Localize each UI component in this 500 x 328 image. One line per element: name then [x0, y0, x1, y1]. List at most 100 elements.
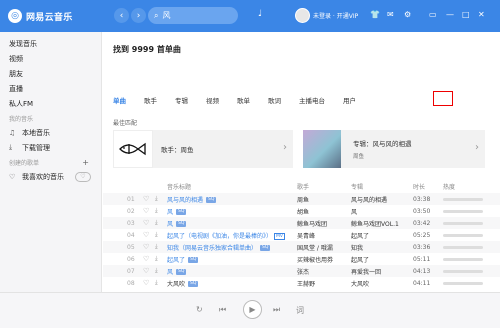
search-box[interactable]: ⌕ 风 [148, 7, 238, 24]
like-icon[interactable]: ♡ [143, 207, 149, 215]
music-note-icon: ♫ [9, 128, 16, 137]
lyrics-icon[interactable]: 词 [296, 305, 304, 316]
song-list: 01 ♡ ⤓ 风与风的相遇 SQ 周鱼 风与风的相遇 03:38 02 ♡ ⤓ 风… [103, 193, 500, 289]
sidebar-item-fm[interactable]: 私人FM [0, 96, 101, 111]
search-input[interactable]: 风 [162, 10, 170, 21]
tab-artists[interactable]: 歌手 [144, 95, 157, 107]
results-count: 找到 9999 首单曲 [113, 45, 181, 54]
app-logo[interactable]: ◎ 网易云音乐 [8, 8, 73, 24]
user-login-text[interactable]: 未登录 · 开通VIP [313, 11, 358, 20]
users-tab-highlight-box [433, 91, 453, 106]
sq-badge: SQ [188, 257, 199, 263]
best-match-artist: 歌手：周鱼 [161, 146, 194, 154]
download-icon[interactable]: ⤓ [155, 267, 158, 275]
minimize-icon[interactable]: — [446, 10, 454, 20]
download-icon[interactable]: ⤓ [155, 231, 158, 239]
search-results: 找到 9999 首单曲 单曲 歌手 专辑 视频 歌单 歌词 主播电台 用户 最佳… [103, 32, 500, 292]
best-match-label: 最佳匹配 [113, 120, 138, 127]
tab-lyrics[interactable]: 歌词 [268, 95, 281, 107]
created-playlists-header: 创建的歌单 + [9, 157, 89, 167]
close-icon[interactable]: ✕ [478, 10, 485, 20]
table-row[interactable]: 05 ♡ ⤓ 知我（网易云音乐独家合辑单曲） SQ 国风堂 / 哦漏 知我 03:… [103, 241, 500, 253]
sidebar-item-local-music[interactable]: ♫ 本地音乐 [0, 125, 101, 140]
sq-badge: SQ [206, 197, 217, 203]
table-row[interactable]: 03 ♡ ⤓ 风 SQ 鲸鱼马戏团 鲸鱼马戏团VOL.1 03:42 [103, 217, 500, 229]
heart-icon: ♡ [9, 172, 16, 181]
table-row[interactable]: 01 ♡ ⤓ 风与风的相遇 SQ 周鱼 风与风的相遇 03:38 [103, 193, 500, 205]
add-playlist-icon[interactable]: + [82, 158, 89, 167]
chevron-right-icon: › [475, 142, 479, 153]
table-row[interactable]: 02 ♡ ⤓ 风 SQ 胡鱼 风 03:50 [103, 205, 500, 217]
sidebar-item-video[interactable]: 视频 [0, 51, 101, 66]
like-icon[interactable]: ♡ [143, 255, 149, 263]
tab-playlists[interactable]: 歌单 [237, 95, 250, 107]
like-icon[interactable]: ♡ [143, 279, 149, 287]
like-icon[interactable]: ♡ [143, 231, 149, 239]
like-icon[interactable]: ♡ [143, 195, 149, 203]
download-icon[interactable]: ⤓ [155, 207, 158, 215]
heat-bar [443, 257, 483, 261]
fish-logo-icon [113, 130, 153, 168]
sidebar-item-downloads[interactable]: ⤓ 下载管理 [0, 140, 101, 155]
header-title[interactable]: 音乐标题 [167, 182, 191, 191]
header-heat[interactable]: 热度 [443, 182, 455, 191]
heat-bar [443, 197, 483, 201]
header-artist[interactable]: 歌手 [297, 182, 309, 191]
download-icon[interactable]: ⤓ [155, 243, 158, 251]
tab-radio[interactable]: 主播电台 [299, 95, 325, 107]
maximize-icon[interactable]: □ [462, 10, 470, 20]
best-match-album-title: 专辑：风与风的相遇 [353, 140, 412, 148]
tab-users[interactable]: 用户 [343, 95, 356, 107]
best-match-artist-card[interactable]: 歌手：周鱼 › [113, 130, 293, 168]
table-row[interactable]: 07 ♡ ⤓ 风 SQ 张杰 再爱我一回 04:13 [103, 265, 500, 277]
sidebar-item-liked-music[interactable]: ♡ 我喜欢的音乐 ♡ [0, 169, 101, 184]
previous-icon[interactable]: ⏮ [219, 305, 226, 315]
download-icon: ⤓ [9, 143, 13, 151]
netease-logo-icon: ◎ [8, 9, 22, 23]
player-bar: ↻ ⏮ ▶ ⏭ 词 [0, 292, 500, 328]
avatar[interactable] [295, 8, 310, 23]
table-row[interactable]: 06 ♡ ⤓ 起风了 SQ 买辣椒也用券 起风了 05:11 [103, 253, 500, 265]
mini-mode-icon[interactable]: ▭ [429, 10, 437, 20]
sidebar-item-friends[interactable]: 朋友 [0, 66, 101, 81]
heat-bar [443, 281, 483, 285]
album-cover [303, 130, 346, 168]
best-match-album-card[interactable]: 专辑：风与风的相遇 周鱼 › [303, 130, 485, 168]
microphone-icon[interactable]: ♩ [258, 9, 262, 19]
play-icon: ▶ [249, 305, 256, 314]
like-icon[interactable]: ♡ [143, 219, 149, 227]
header-time[interactable]: 时长 [413, 182, 425, 191]
heat-bar [443, 245, 483, 249]
tshirt-skin-icon[interactable]: 👕 [370, 10, 380, 20]
play-button[interactable]: ▶ [243, 300, 262, 319]
heart-mode-button[interactable]: ♡ [75, 171, 91, 182]
download-icon[interactable]: ⤓ [155, 279, 158, 287]
next-icon[interactable]: ⏭ [273, 305, 280, 315]
heat-bar [443, 221, 483, 225]
like-icon[interactable]: ♡ [143, 243, 149, 251]
header-album[interactable]: 专辑 [351, 182, 363, 191]
loop-icon[interactable]: ↻ [196, 305, 203, 314]
table-row[interactable]: 08 ♡ ⤓ 大风吹 SQ 王赫野 大风吹 04:11 [103, 277, 500, 289]
tab-videos[interactable]: 视频 [206, 95, 219, 107]
table-row[interactable]: 04 ♡ ⤓ 起风了（电视剧《加油，你是最棒的》） MV 吴青峰 起风了 05:2… [103, 229, 500, 241]
back-button[interactable]: ‹ [114, 8, 129, 23]
like-icon[interactable]: ♡ [143, 267, 149, 275]
heat-bar [443, 269, 483, 273]
settings-icon[interactable]: ⚙ [404, 10, 411, 20]
download-icon[interactable]: ⤓ [155, 255, 158, 263]
download-icon[interactable]: ⤓ [155, 219, 158, 227]
sq-badge: SQ [260, 245, 271, 251]
mail-icon[interactable]: ✉ [387, 10, 394, 20]
sidebar-item-live[interactable]: 直播 [0, 81, 101, 96]
tab-albums[interactable]: 专辑 [175, 95, 188, 107]
tab-songs[interactable]: 单曲 [113, 95, 126, 107]
download-icon[interactable]: ⤓ [155, 195, 158, 203]
sq-badge: SQ [176, 209, 187, 215]
sq-badge: SQ [176, 269, 187, 275]
my-music-header: 我的音乐 [9, 115, 34, 123]
sq-badge: SQ [188, 281, 199, 287]
sidebar-item-discover[interactable]: 发现音乐 [0, 36, 101, 51]
app-title: 网易云音乐 [26, 12, 73, 23]
forward-button[interactable]: › [131, 8, 146, 23]
